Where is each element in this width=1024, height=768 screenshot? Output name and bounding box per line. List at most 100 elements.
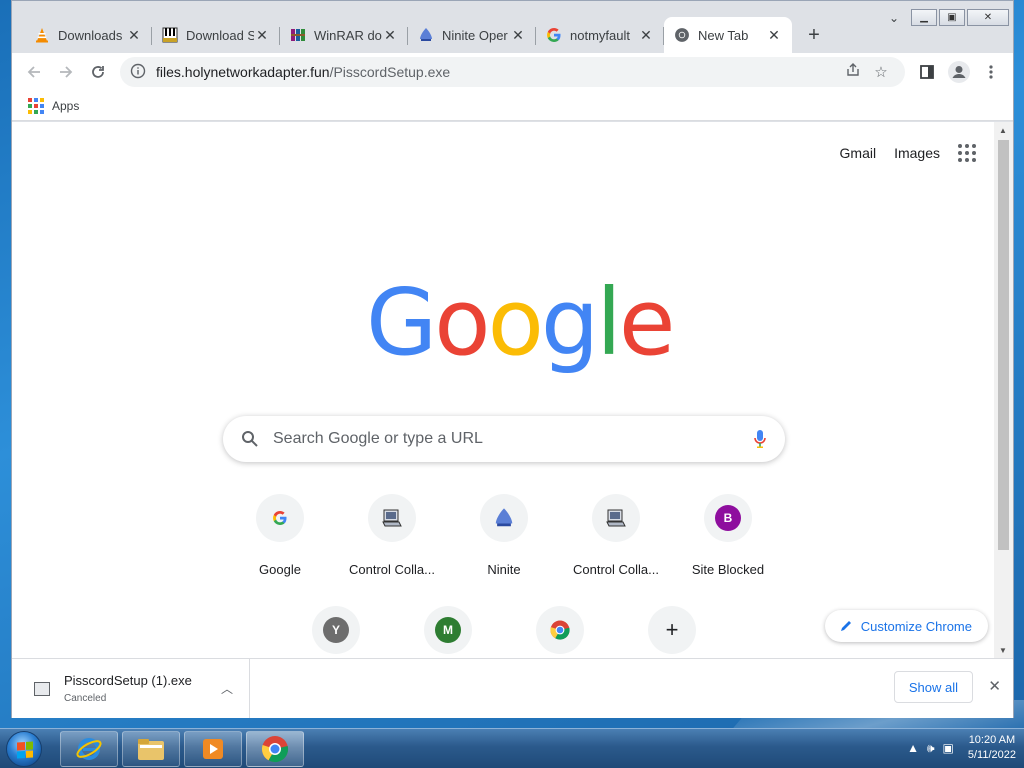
show-hidden-icons-icon[interactable]: ▲ <box>907 741 919 755</box>
add-shortcut-button[interactable]: + <box>616 606 728 654</box>
clock-date: 5/11/2022 <box>967 749 1016 761</box>
tab-2[interactable]: Download S ✕ <box>152 17 280 53</box>
microphone-icon[interactable] <box>753 429 767 449</box>
shortcut-tile[interactable]: Google <box>224 494 336 577</box>
forward-button[interactable] <box>50 56 82 88</box>
shortcuts-row-1: Google Control Colla... Ninite Control Coll… <box>224 494 784 577</box>
tab-6[interactable]: New Tab ✕ <box>664 17 792 53</box>
tab-close-icon[interactable]: ✕ <box>510 27 526 44</box>
tab-title: Download S <box>186 27 254 43</box>
clock[interactable]: 10:20 AM 5/11/2022 <box>968 733 1016 763</box>
apps-grid-icon <box>28 97 44 114</box>
tab-strip: Downloads✕Download S✕WinRAR dow✕Ninite O… <box>12 17 1013 53</box>
scroll-up-icon[interactable]: ▲ <box>999 126 1007 135</box>
tab-5[interactable]: notmyfault ✕ <box>536 17 664 53</box>
logo-letter: l <box>596 269 622 376</box>
shortcut-tile[interactable]: Control Colla... <box>560 494 672 577</box>
shortcut-icon-circle <box>480 494 528 542</box>
chrome-menu-button[interactable] <box>975 56 1007 88</box>
back-button[interactable] <box>18 56 50 88</box>
clock-time: 10:20 AM <box>968 734 1016 746</box>
scroll-down-icon[interactable]: ▼ <box>999 646 1007 655</box>
letter-m-icon: M <box>435 617 461 643</box>
forward-arrow-icon <box>60 66 73 78</box>
tab-search-chevron-icon[interactable]: ⌄ <box>889 11 899 25</box>
customize-chrome-button[interactable]: Customize Chrome <box>824 610 988 642</box>
shortcut-icon-circle: B <box>704 494 752 542</box>
shortcut-tile[interactable] <box>504 606 616 654</box>
download-item[interactable]: PisscordSetup (1).exe Canceled ︿ <box>12 659 250 718</box>
new-tab-button[interactable]: + <box>796 17 832 53</box>
shortcut-icon-circle <box>256 494 304 542</box>
tab-close-icon[interactable]: ✕ <box>382 27 398 44</box>
profile-avatar-icon <box>948 61 970 83</box>
google-logo: Google <box>366 277 675 369</box>
address-bar[interactable]: files.holynetworkadapter.fun/PisscordSet… <box>120 57 905 87</box>
ninite-icon <box>418 27 434 43</box>
reload-button[interactable] <box>82 56 114 88</box>
tab-close-icon[interactable]: ✕ <box>126 27 142 44</box>
windows-flag-icon <box>17 741 33 759</box>
apps-bookmark[interactable]: Apps <box>52 99 79 113</box>
shortcut-tile[interactable]: M <box>392 606 504 654</box>
shortcut-tile[interactable]: Y <box>280 606 392 654</box>
site-info-icon[interactable] <box>130 63 146 82</box>
letter-b-icon: B <box>715 505 741 531</box>
customize-chrome-label: Customize Chrome <box>860 618 972 634</box>
tab-close-icon[interactable]: ✕ <box>766 27 782 44</box>
google-apps-icon[interactable] <box>958 144 976 162</box>
profile-button[interactable] <box>943 56 975 88</box>
url-path: /PisscordSetup.exe <box>329 64 451 80</box>
taskbar-media-player[interactable] <box>184 731 242 767</box>
chrome-icon <box>549 619 571 641</box>
ntp-top-links: Gmail Images <box>840 144 976 162</box>
google-g-icon <box>546 27 562 43</box>
download-shelf: PisscordSetup (1).exe Canceled ︿ Show al… <box>12 658 1013 718</box>
reload-icon <box>92 66 104 78</box>
bookmarks-bar: Apps <box>12 91 1013 121</box>
scrollbar-thumb[interactable] <box>998 140 1009 550</box>
tab-close-icon[interactable]: ✕ <box>254 27 270 44</box>
url-host: files.holynetworkadapter.fun <box>156 64 330 80</box>
shortcut-icon-circle <box>536 606 584 654</box>
page-scrollbar[interactable]: ▲ ▼ <box>994 122 1013 658</box>
tab-close-icon[interactable]: ✕ <box>638 27 654 44</box>
gmail-link[interactable]: Gmail <box>840 145 877 161</box>
winrar-books-icon <box>290 27 306 43</box>
shortcut-label: Site Blocked <box>691 562 765 577</box>
share-icon[interactable] <box>839 62 867 82</box>
side-panel-icon <box>920 65 934 79</box>
taskbar-internet-explorer[interactable] <box>60 731 118 767</box>
chevron-up-icon[interactable]: ︿ <box>215 680 239 697</box>
shortcut-label: Control Colla... <box>573 562 659 577</box>
url-text[interactable]: files.holynetworkadapter.fun/PisscordSet… <box>156 64 839 80</box>
logo-letter: G <box>366 269 437 376</box>
folder-icon <box>138 739 164 760</box>
volume-icon[interactable]: 🕪 <box>927 741 935 756</box>
taskbar: ▲ 🕪 ▣ 10:20 AM 5/11/2022 <box>0 728 1024 768</box>
images-link[interactable]: Images <box>894 145 940 161</box>
logo-letter: g <box>540 269 599 376</box>
logo-letter: e <box>618 269 676 376</box>
piano-keys-icon <box>162 27 178 43</box>
shortcut-tile[interactable]: B Site Blocked <box>672 494 784 577</box>
vlc-cone-icon <box>34 27 50 43</box>
shortcut-icon-circle: Y <box>312 606 360 654</box>
taskbar-chrome[interactable] <box>246 731 304 767</box>
tab-1[interactable]: Downloads ✕ <box>24 17 152 53</box>
search-placeholder: Search Google or type a URL <box>273 430 483 447</box>
ntp-search-box[interactable]: Search Google or type a URL <box>223 416 785 462</box>
network-icon[interactable]: ▣ <box>943 741 954 755</box>
tab-3[interactable]: WinRAR dow✕ <box>280 17 408 53</box>
tab-4[interactable]: Ninite Oper ✕ <box>408 17 536 53</box>
tab-title: notmyfault <box>570 27 630 43</box>
start-button[interactable] <box>6 731 42 767</box>
taskbar-file-explorer[interactable] <box>122 731 180 767</box>
side-panel-button[interactable] <box>911 56 943 88</box>
shortcut-tile[interactable]: Ninite <box>448 494 560 577</box>
show-all-button[interactable]: Show all <box>893 671 973 703</box>
bookmark-star-icon[interactable]: ☆ <box>867 63 895 81</box>
shortcut-tile[interactable]: Control Colla... <box>336 494 448 577</box>
close-icon[interactable]: ✕ <box>988 677 1001 695</box>
internet-explorer-icon <box>76 738 102 760</box>
